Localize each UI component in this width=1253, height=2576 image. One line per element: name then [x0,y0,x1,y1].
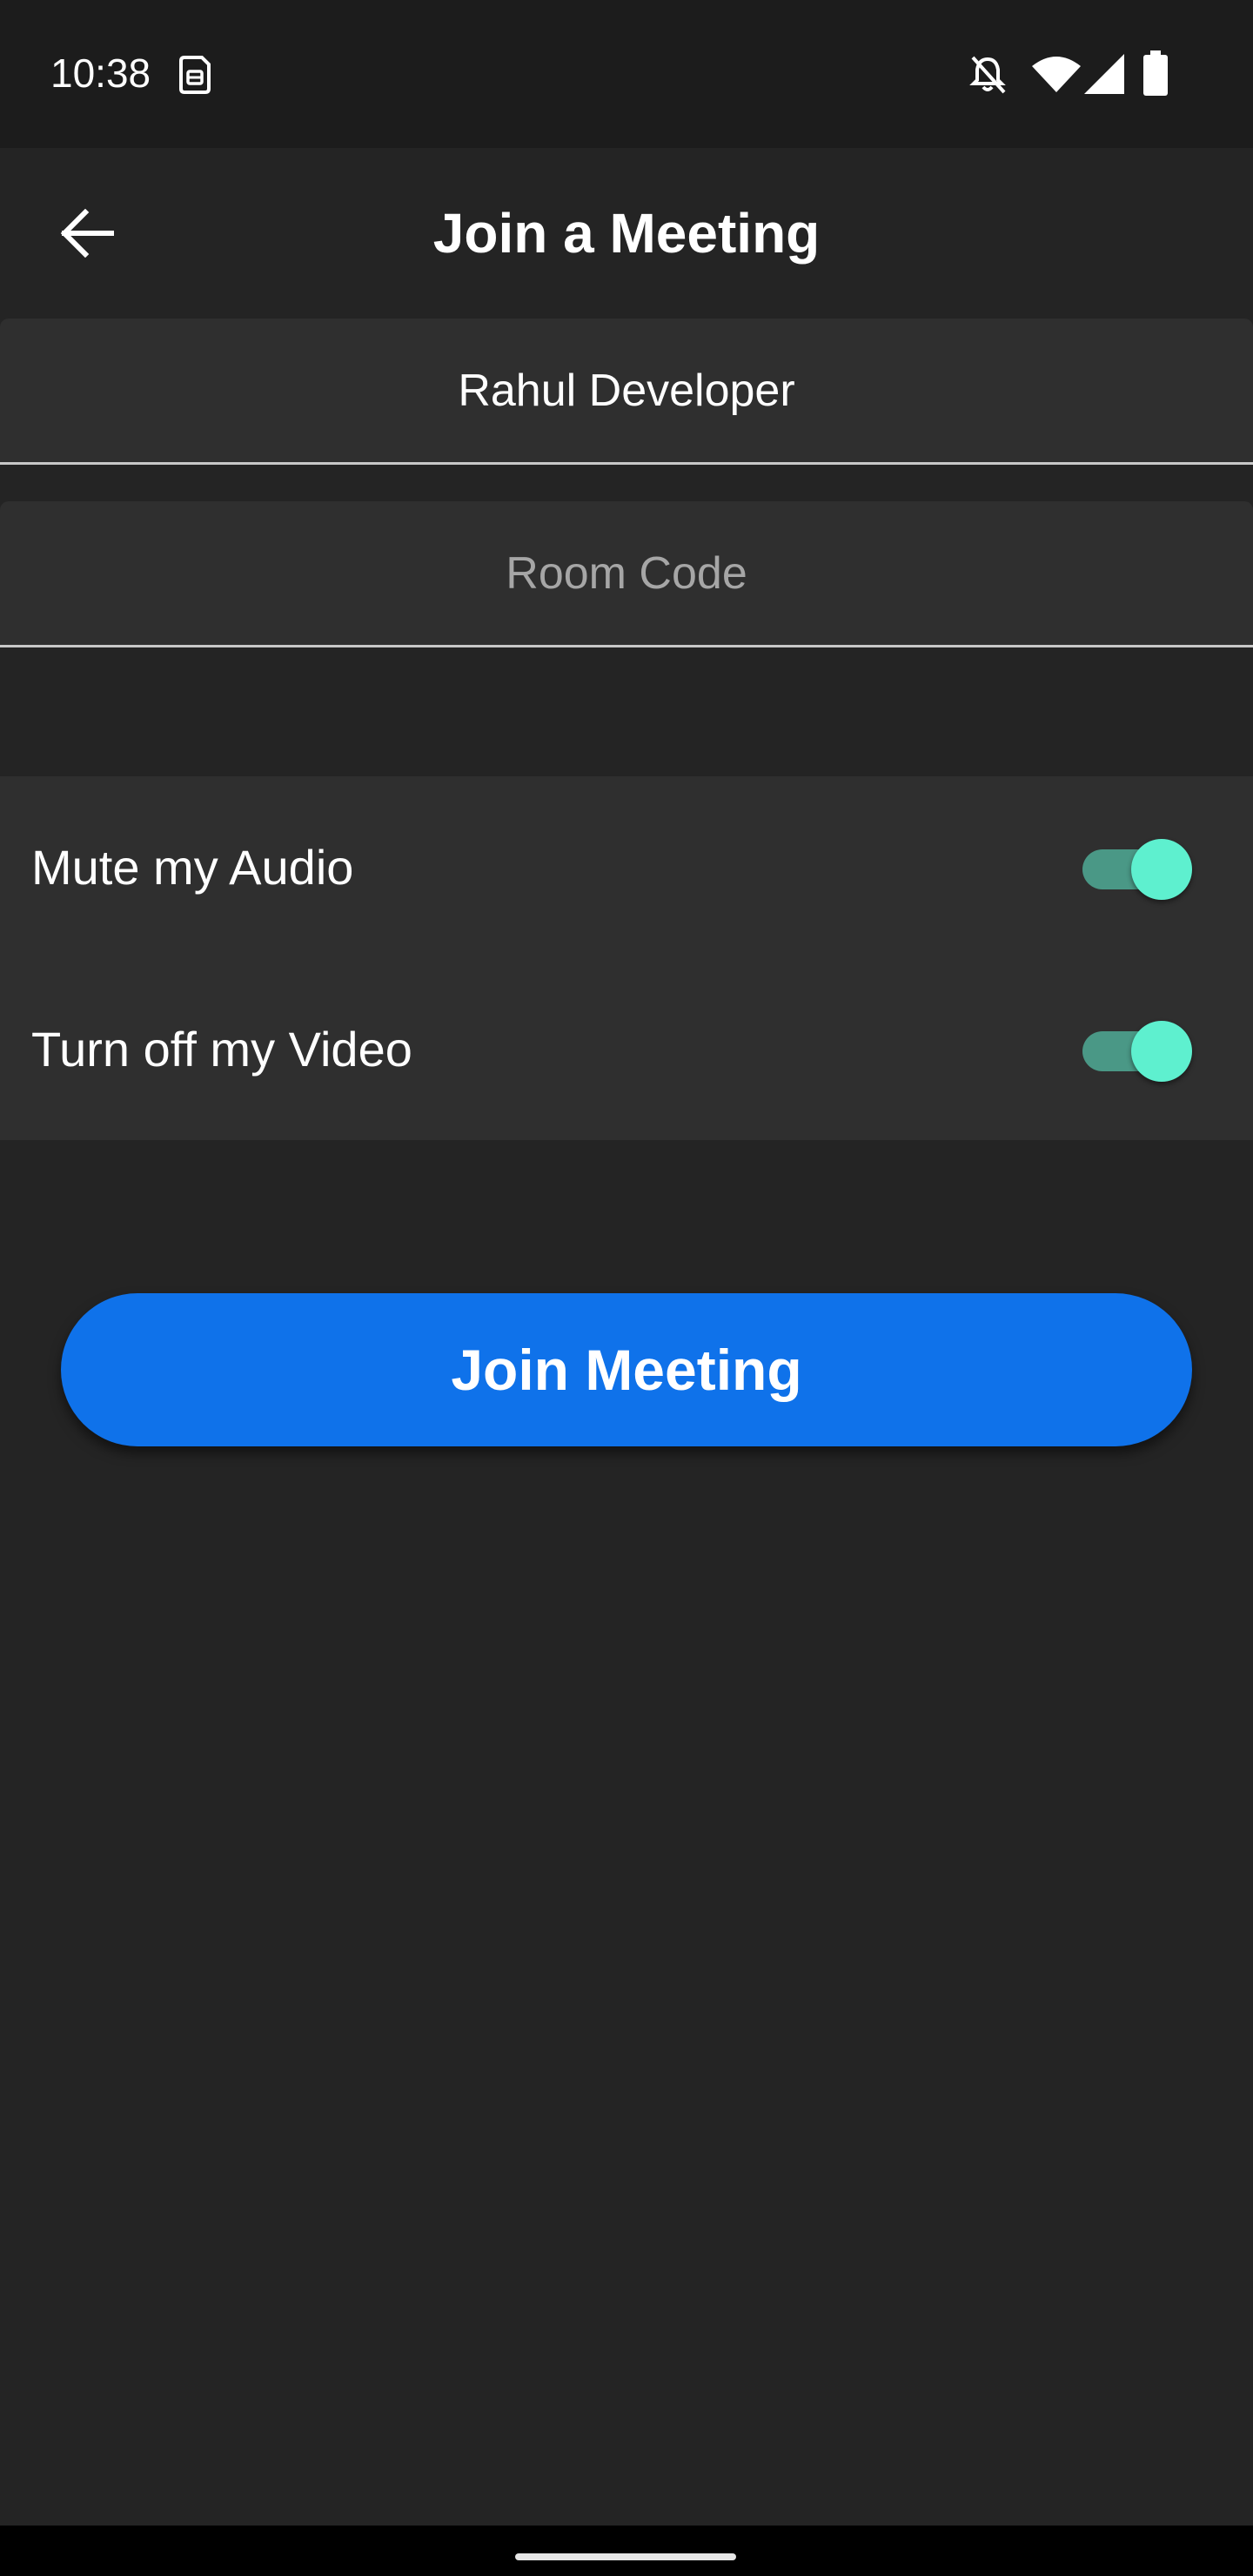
name-field[interactable] [0,319,1253,465]
mute-audio-switch[interactable] [1079,832,1192,902]
sim-card-icon [179,56,211,94]
cellular-signal-icon [1084,54,1124,94]
turn-off-video-label: Turn off my Video [31,1022,412,1077]
name-input[interactable] [0,319,1253,462]
mute-audio-row[interactable]: Mute my Audio [0,776,1253,958]
home-indicator[interactable] [515,2553,736,2560]
room-code-input[interactable] [0,501,1253,645]
app-bar: Join a Meeting [0,148,1253,319]
switch-thumb [1131,1021,1192,1082]
page-title: Join a Meeting [432,202,821,265]
room-code-field[interactable] [0,501,1253,647]
battery-icon [1143,50,1168,96]
wifi-icon [1032,57,1081,92]
join-meeting-button[interactable]: Join Meeting [61,1293,1192,1446]
status-bar: 10:38 [0,0,1253,148]
switch-thumb [1131,839,1192,900]
turn-off-video-row[interactable]: Turn off my Video [0,958,1253,1140]
toggles-panel: Mute my Audio Turn off my Video [0,776,1253,1140]
system-navigation-bar [0,2526,1253,2576]
arrow-left-icon [60,209,114,258]
notifications-off-icon [969,56,1006,94]
back-button[interactable] [44,190,131,277]
turn-off-video-switch[interactable] [1079,1014,1192,1083]
mute-audio-label: Mute my Audio [31,840,354,895]
status-time: 10:38 [50,50,151,96]
